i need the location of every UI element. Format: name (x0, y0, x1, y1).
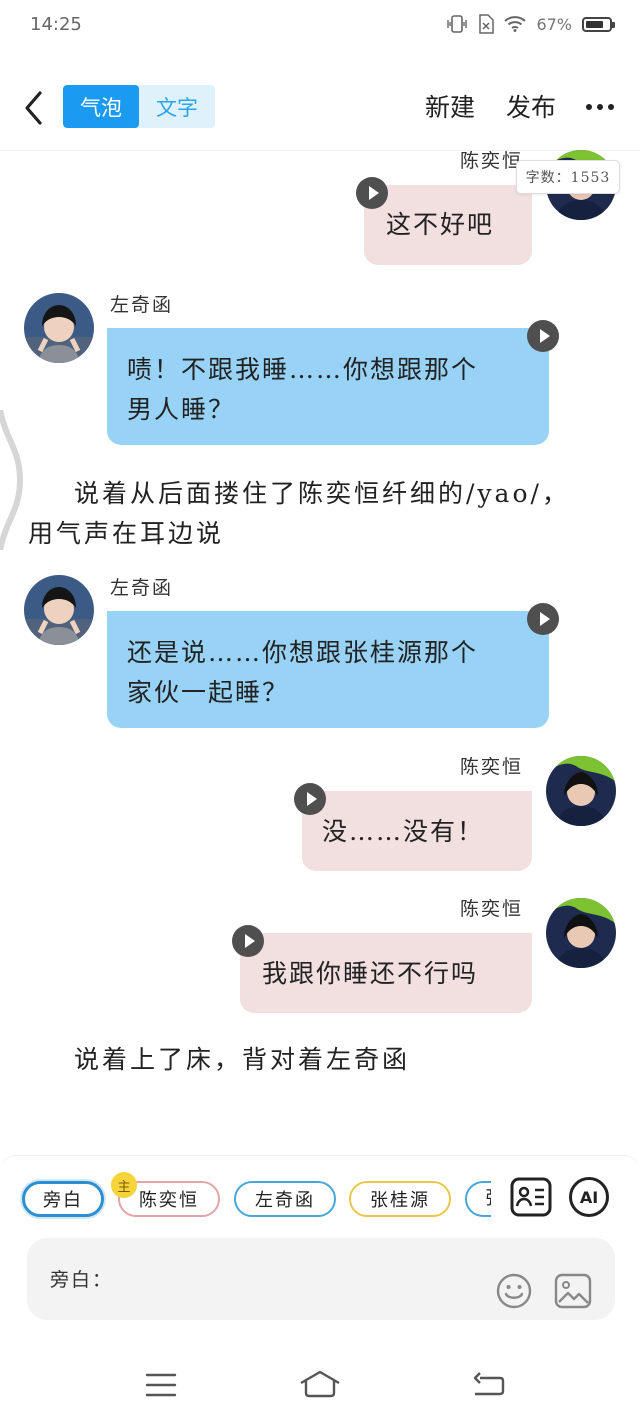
back-arrow-icon[interactable] (22, 90, 46, 126)
avatar-chen-yiheng[interactable] (546, 898, 616, 968)
ai-button[interactable]: AI (569, 1177, 609, 1217)
tab-bubble[interactable]: 气泡 (63, 85, 139, 128)
role-manage-icon[interactable] (510, 1177, 552, 1217)
narration[interactable]: 说着从后面搂住了陈奕恒纤细的/yao/， 用气声在耳边说 (28, 474, 570, 554)
image-icon[interactable] (554, 1273, 592, 1309)
speaker-name: 陈奕恒 (460, 756, 524, 778)
main-role-badge: 主 (111, 1172, 137, 1198)
emoji-icon[interactable] (496, 1273, 532, 1309)
composer-role-label: 旁白： (50, 1269, 114, 1291)
avatar-zuo-qihan[interactable] (24, 575, 94, 645)
tab-text[interactable]: 文字 (139, 85, 215, 128)
speaker-name: 左奇函 (110, 577, 174, 599)
status-icons: 67% (446, 14, 615, 34)
message-line: 家伙一起睡？ (127, 678, 290, 707)
avatar-zuo-qihan[interactable] (24, 293, 94, 363)
message-line: 还是说……你想跟张桂源那个 (127, 638, 479, 667)
wifi-icon (504, 16, 527, 32)
menu-icon[interactable] (145, 1372, 177, 1398)
status-time: 14:25 (30, 14, 82, 35)
vibrate-icon (447, 15, 468, 33)
speaker-name: 陈奕恒 (460, 150, 524, 172)
home-icon[interactable] (299, 1369, 341, 1399)
system-nav-bar (0, 1347, 640, 1422)
speaker-name: 左奇函 (110, 294, 174, 316)
mode-switch: 气泡 文字 (63, 85, 215, 128)
narration-line: 说着从后面搂住了陈奕恒纤细的/yao/， (74, 479, 570, 508)
message-bubble[interactable]: 啧！不跟我睡……你想跟那个 男人睡？ (107, 328, 549, 445)
status-bar: 14:25 67% (0, 0, 640, 50)
role-chip-label: 张 (465, 1181, 491, 1217)
role-chip-zhang-guiyuan[interactable]: 张桂源 (349, 1181, 451, 1217)
play-audio-icon[interactable] (294, 783, 326, 815)
message-bubble[interactable]: 还是说……你想跟张桂源那个 家伙一起睡？ (107, 611, 549, 728)
narration-line: 说着上了床，背对着左奇函 (74, 1045, 411, 1074)
narration[interactable]: 说着上了床，背对着左奇函 (74, 1040, 410, 1080)
role-chip-zuo-qihan[interactable]: 左奇函 (234, 1181, 336, 1217)
play-audio-icon[interactable] (232, 925, 264, 957)
no-sim-icon (479, 14, 495, 34)
battery-percent: 67% (536, 14, 572, 34)
message-bubble[interactable]: 我跟你睡还不行吗 (240, 933, 532, 1013)
narration-line: 用气声在耳边说 (28, 519, 225, 548)
battery-icon (582, 16, 615, 32)
message-line: 啧！不跟我睡……你想跟那个 (127, 355, 479, 384)
speaker-name: 陈奕恒 (460, 898, 524, 920)
message-bubble[interactable]: 这不好吧 (364, 185, 532, 265)
avatar-chen-yiheng[interactable] (546, 756, 616, 826)
play-audio-icon[interactable] (527, 603, 559, 635)
word-count-badge: 字数：1553 (516, 160, 620, 194)
message-bubble[interactable]: 没……没有！ (302, 791, 532, 871)
publish-button[interactable]: 发布 (506, 88, 556, 124)
play-audio-icon[interactable] (527, 320, 559, 352)
play-audio-icon[interactable] (356, 177, 388, 209)
header-divider (0, 150, 640, 151)
message-line: 男人睡？ (127, 395, 236, 424)
more-menu-icon[interactable] (586, 104, 614, 110)
role-chip-narrator[interactable]: 旁白 (22, 1181, 104, 1217)
edge-swipe-handle (0, 410, 24, 550)
back-nav-icon[interactable] (472, 1372, 506, 1398)
new-button[interactable]: 新建 (425, 88, 475, 124)
role-chip-overflow[interactable]: 张 (465, 1181, 491, 1217)
